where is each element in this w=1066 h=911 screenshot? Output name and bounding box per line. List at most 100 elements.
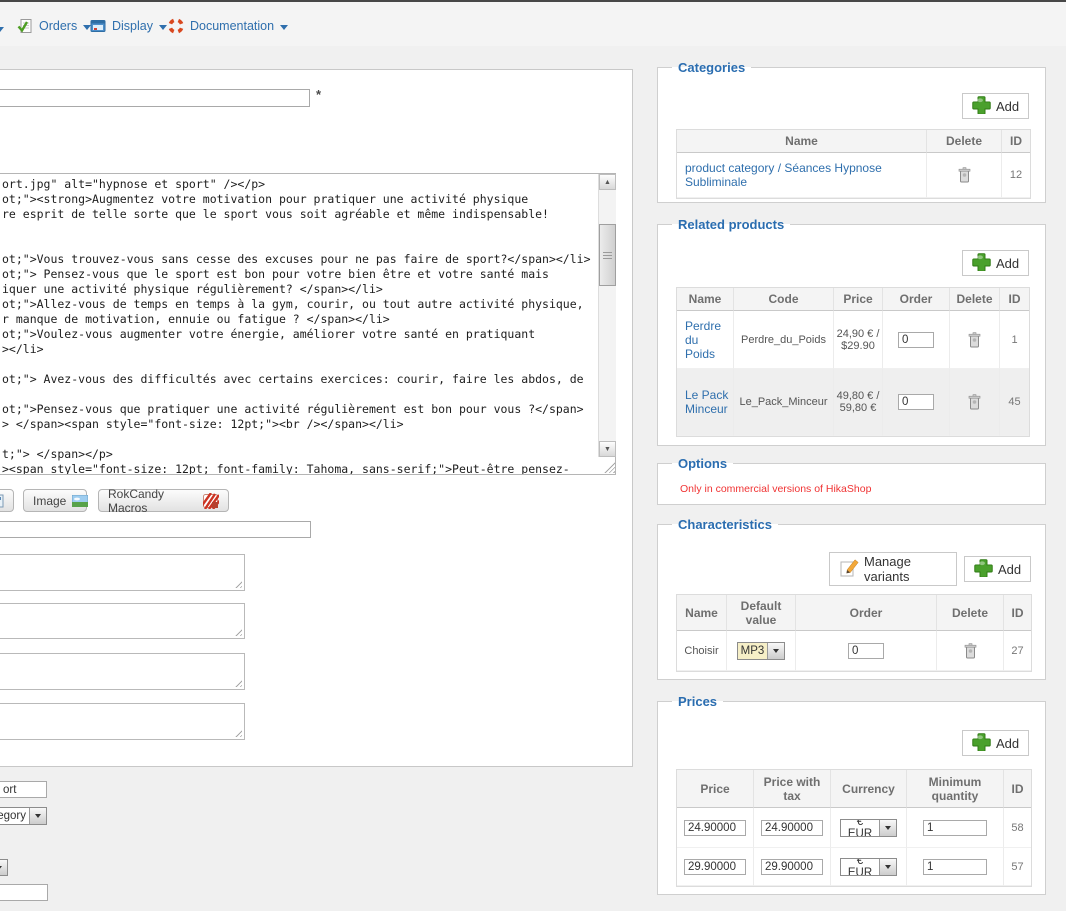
meta-textarea-4[interactable]	[0, 703, 245, 740]
characteristics-panel-title: Characteristics	[672, 517, 778, 532]
column-header: ID	[1002, 130, 1030, 153]
order-input[interactable]	[898, 394, 934, 410]
select-dropdown-button[interactable]	[879, 859, 896, 875]
column-header: ID	[1004, 595, 1031, 631]
meta-textarea-2[interactable]	[0, 603, 245, 639]
meta-textarea-1[interactable]	[0, 554, 245, 591]
bottom-empty-input[interactable]	[0, 884, 48, 901]
currency-select[interactable]: € EUR	[840, 858, 897, 876]
prices-panel-title: Prices	[672, 694, 723, 709]
characteristics-add-button[interactable]: Add	[964, 556, 1031, 582]
product-name-input[interactable]	[0, 89, 310, 107]
menu-item-display[interactable]: Display	[90, 18, 167, 34]
price-input[interactable]	[684, 820, 746, 836]
price-with-tax-input[interactable]	[761, 820, 823, 836]
table-row-code: Le_Pack_Minceur	[734, 369, 834, 436]
editor-button-pagebreak[interactable]	[0, 489, 14, 512]
table-row-min-quantity	[907, 848, 1004, 886]
min-quantity-input[interactable]	[923, 820, 987, 836]
select-dropdown-button[interactable]	[0, 860, 7, 875]
table-row-code: Perdre_du_Poids	[734, 311, 834, 369]
related-products-table: Name Code Price Order Delete ID Perdre d…	[676, 287, 1030, 437]
editor-button-rokcandy[interactable]: RokCandy Macros	[98, 489, 229, 512]
table-row-min-quantity	[907, 808, 1004, 848]
table-row-currency: € EUR	[831, 848, 907, 886]
table-row-default-value: MP3	[727, 631, 796, 671]
editor-button-image[interactable]: Image	[23, 489, 87, 512]
table-row-order	[796, 631, 937, 671]
display-icon	[90, 18, 106, 34]
cutoff-select[interactable]	[0, 859, 8, 876]
column-header: Price	[834, 288, 883, 311]
table-row-currency: € EUR	[831, 808, 907, 848]
column-header: ID	[1000, 288, 1029, 311]
parent-category-select[interactable]: egory	[0, 807, 47, 825]
resize-grip[interactable]	[233, 579, 242, 588]
table-row-price-with-tax	[754, 808, 831, 848]
trash-icon[interactable]	[968, 394, 981, 410]
chevron-down-icon	[159, 25, 167, 30]
scroll-thumb-grip	[603, 252, 612, 259]
characteristics-table: Name Default value Order Delete ID Chois…	[676, 594, 1032, 672]
default-value-select[interactable]: MP3	[737, 642, 785, 660]
table-row-id: 58	[1004, 808, 1031, 848]
add-button-label: Add	[996, 99, 1019, 114]
column-header: Currency	[831, 770, 907, 808]
table-row-price: 49,80 € / 59,80 €	[834, 369, 883, 436]
meta-textarea-3[interactable]	[0, 653, 245, 690]
scroll-up-button[interactable]: ▲	[599, 174, 616, 190]
prices-panel: Prices Add Price Price with tax Currency…	[657, 694, 1046, 895]
resize-grip[interactable]	[233, 627, 242, 636]
prices-table: Price Price with tax Currency Minimum qu…	[676, 769, 1032, 887]
related-add-button[interactable]: Add	[962, 250, 1029, 276]
scroll-thumb[interactable]	[599, 224, 616, 286]
min-quantity-input[interactable]	[923, 859, 987, 875]
column-header: Price with tax	[754, 770, 831, 808]
price-input[interactable]	[684, 859, 746, 875]
product-code-input[interactable]	[0, 781, 47, 798]
table-row-id: 1	[1000, 311, 1029, 369]
scroll-down-button[interactable]: ▼	[599, 441, 616, 457]
menu-item-documentation[interactable]: Documentation	[168, 18, 288, 34]
prices-add-button[interactable]: Add	[962, 730, 1029, 756]
manage-variants-button[interactable]: Manage variants	[829, 552, 957, 586]
column-header: Name	[677, 130, 927, 153]
characteristics-panel: Characteristics Manage variants Add Name…	[657, 517, 1046, 680]
trash-icon[interactable]	[968, 332, 981, 348]
select-dropdown-button[interactable]	[879, 820, 896, 836]
related-product-link[interactable]: Le Pack Minceur	[685, 388, 731, 416]
trash-icon[interactable]	[964, 643, 977, 659]
column-header: Price	[677, 770, 754, 808]
category-link[interactable]: product category / Séances Hypnose Subli…	[685, 161, 924, 189]
meta-input[interactable]	[0, 521, 311, 538]
hikashop-product-edit-screen: Orders Display Documentation * ort.jpg" …	[0, 0, 1066, 911]
resize-grip[interactable]	[233, 728, 242, 737]
table-row-delete	[927, 153, 1002, 198]
currency-select[interactable]: € EUR	[840, 819, 897, 837]
trash-icon[interactable]	[958, 167, 971, 183]
column-header: Minimum quantity	[907, 770, 1004, 808]
menu-label-documentation: Documentation	[190, 19, 274, 33]
order-input[interactable]	[848, 643, 884, 659]
options-panel: Options Only in commercial versions of H…	[657, 456, 1046, 505]
related-products-panel: Related products Add Name Code Price Ord…	[657, 217, 1046, 446]
menu-item-orders[interactable]: Orders	[17, 18, 91, 34]
orders-icon	[17, 18, 33, 34]
cutoff-menu-caret-icon[interactable]	[0, 27, 4, 32]
table-row-price-with-tax	[754, 848, 831, 886]
related-product-link[interactable]: Perdre du Poids	[685, 319, 731, 361]
chevron-down-icon	[885, 865, 891, 869]
table-row-delete	[950, 369, 1000, 436]
product-description-textarea[interactable]: ort.jpg" alt="hypnose et sport" /></p> o…	[0, 173, 616, 475]
column-header: Default value	[727, 595, 796, 631]
select-dropdown-button[interactable]	[767, 643, 784, 659]
price-with-tax-input[interactable]	[761, 859, 823, 875]
select-dropdown-button[interactable]	[29, 808, 46, 824]
required-marker: *	[316, 87, 321, 102]
resize-grip[interactable]	[233, 678, 242, 687]
categories-add-button[interactable]: Add	[962, 93, 1029, 119]
options-commercial-note: Only in commercial versions of HikaShop	[680, 483, 871, 495]
manage-variants-label: Manage variants	[864, 554, 947, 584]
column-header: Code	[734, 288, 834, 311]
order-input[interactable]	[898, 332, 934, 348]
